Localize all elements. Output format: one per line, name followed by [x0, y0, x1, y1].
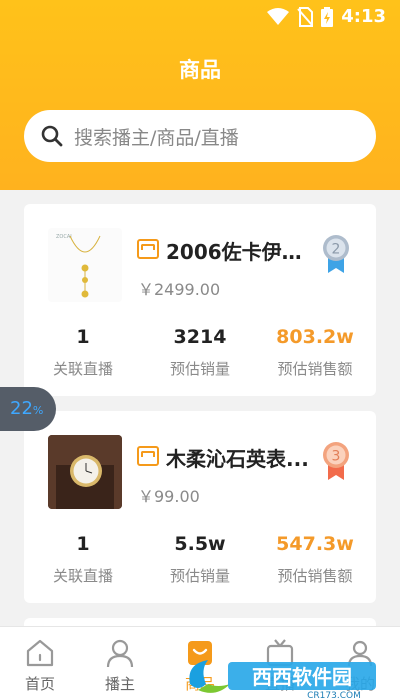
product-price: ￥2499.00: [138, 280, 221, 299]
status-time: 4:13: [341, 6, 386, 27]
tab-label: 首页: [24, 675, 55, 693]
battery-charging-icon: [321, 6, 334, 27]
stat-value: 3214: [173, 326, 227, 348]
shop-icon: [137, 239, 159, 259]
status-bar: 4:13: [0, 0, 400, 36]
floating-percent-badge[interactable]: 22%: [0, 387, 56, 431]
product-card[interactable]: ZOCAI 2006佐卡伊四... ￥2499.00 2 1 关联直播 3214…: [24, 204, 376, 396]
svg-text:西西软件园: 西西软件园: [252, 665, 352, 689]
stat-est-revenue: 803.2w 预估销售额: [260, 326, 370, 379]
tab-streamers[interactable]: 播主: [80, 627, 160, 700]
product-name: 木柔沁石英表...: [166, 447, 309, 471]
stat-value: 1: [76, 326, 90, 348]
tab-label: 播主: [104, 675, 135, 693]
stat-est-sales: 3214 预估销量: [145, 326, 255, 379]
svg-text:2: 2: [332, 242, 341, 258]
product-price: ￥99.00: [138, 487, 200, 506]
rank-medal-icon: 3: [323, 442, 349, 480]
stat-est-sales: 5.5w 预估销量: [145, 533, 255, 586]
stat-label: 预估销量: [169, 567, 230, 585]
product-card[interactable]: 木柔沁石英表... ￥99.00 3 1 关联直播 5.5w 预估销量 547.…: [24, 411, 376, 603]
search-bar[interactable]: 搜索播主/商品/直播: [24, 110, 376, 162]
stat-related-live: 1 关联直播: [28, 533, 138, 586]
search-icon: [41, 125, 63, 147]
watermark-logo: 西西软件园 CR173.COM: [189, 660, 376, 700]
stat-label: 预估销量: [169, 360, 230, 378]
stat-label: 预估销售额: [277, 360, 353, 378]
wifi-icon: [267, 7, 290, 25]
search-placeholder: 搜索播主/商品/直播: [74, 126, 239, 149]
no-sim-icon: [297, 6, 314, 27]
stat-value: 547.3w: [276, 533, 354, 555]
product-image: [48, 435, 122, 509]
product-name: 2006佐卡伊四...: [166, 240, 318, 264]
product-image: ZOCAI: [48, 228, 122, 302]
stat-label: 关联直播: [52, 567, 113, 585]
svg-text:3: 3: [332, 449, 341, 465]
rank-medal-icon: 2: [323, 235, 349, 273]
tab-home[interactable]: 首页: [0, 627, 80, 700]
stat-value: 803.2w: [276, 326, 354, 348]
person-icon: [106, 639, 134, 668]
svg-text:CR173.COM: CR173.COM: [307, 691, 361, 700]
percent-value: 22: [10, 398, 33, 419]
stat-label: 关联直播: [52, 360, 113, 378]
home-icon: [26, 639, 54, 667]
percent-unit: %: [32, 404, 44, 417]
stat-value: 1: [76, 533, 90, 555]
svg-text:ZOCAI: ZOCAI: [56, 234, 72, 240]
page-title: 商品: [179, 58, 221, 82]
stat-related-live: 1 关联直播: [28, 326, 138, 379]
shop-icon: [137, 446, 159, 466]
header: 4:13 商品 搜索播主/商品/直播: [0, 0, 400, 190]
stat-label: 预估销售额: [277, 567, 353, 585]
stat-est-revenue: 547.3w 预估销售额: [260, 533, 370, 586]
stat-value: 5.5w: [174, 533, 226, 555]
